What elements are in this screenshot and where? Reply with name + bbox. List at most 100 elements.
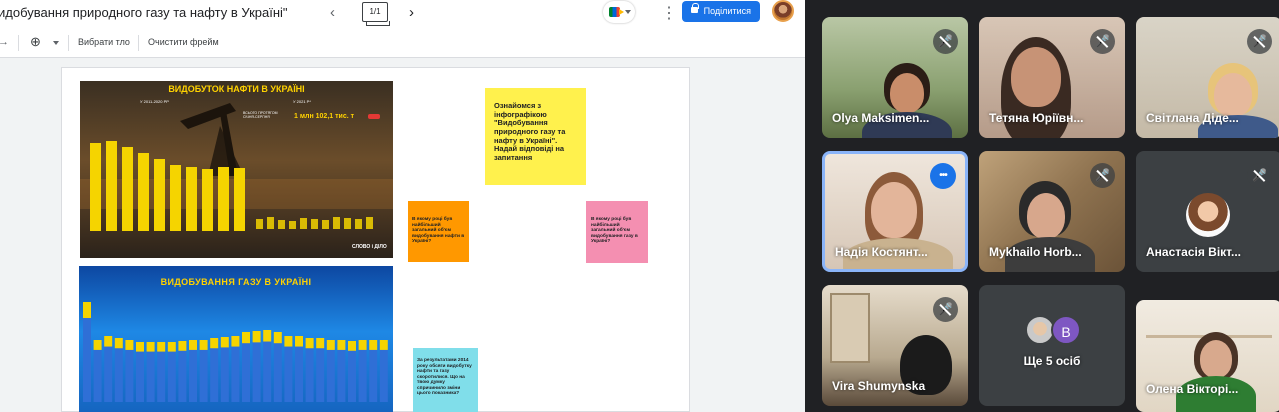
gas-bar-top bbox=[157, 342, 166, 352]
zoom-in-icon[interactable]: ⊕ bbox=[30, 34, 41, 50]
oil-bar bbox=[106, 141, 117, 231]
gas-bar-top bbox=[93, 340, 102, 350]
gas-bar-top bbox=[358, 340, 367, 350]
window-background bbox=[830, 293, 870, 363]
oil-monthly-bar bbox=[311, 219, 318, 229]
gas-bar-top bbox=[114, 338, 123, 349]
oil-infographic-title: ВИДОБУТОК НАФТИ В УКРАЇНІ bbox=[168, 84, 305, 94]
mic-off-icon: 🎤 bbox=[933, 297, 958, 322]
oil-monthly-bar bbox=[300, 218, 307, 229]
gas-bar-top bbox=[326, 340, 335, 350]
participant-name: Olya Maksimen... bbox=[832, 111, 930, 125]
toolbar-divider bbox=[68, 35, 69, 51]
mic-off-icon: 🎤 bbox=[933, 29, 958, 54]
gas-bar-top bbox=[167, 342, 176, 352]
oil-subtitle-left: У 2011-2020 РР bbox=[140, 99, 169, 104]
participant-tile[interactable]: Анастасія Вікт... 🎤 bbox=[1136, 151, 1279, 272]
frame-counter[interactable]: 1/1 bbox=[362, 2, 390, 26]
chevron-left-icon[interactable]: ‹ bbox=[330, 4, 335, 21]
participant-tile[interactable]: Світлана Діде... 🎤 bbox=[1136, 17, 1279, 138]
others-tile[interactable]: B Ще 5 осіб bbox=[979, 285, 1125, 406]
oil-monthly-bar bbox=[344, 218, 351, 229]
sticky-note-oil-question[interactable]: В якому році був найбільший загальний об… bbox=[408, 201, 469, 262]
mic-off-icon: 🎤 bbox=[1090, 29, 1115, 54]
gas-bar-top bbox=[125, 340, 134, 350]
oil-total-value: 1 млн 102,1 тис. т bbox=[294, 113, 355, 120]
participant-tile[interactable]: Olya Maksimen... 🎤 bbox=[822, 17, 968, 138]
share-label: Поділитися bbox=[703, 6, 751, 16]
audio-level-icon: ••• bbox=[930, 163, 956, 189]
gas-infographic-image[interactable]: ВИДОБУВАННЯ ГАЗУ В УКРАЇНІ bbox=[79, 266, 393, 412]
jamboard-toolbar: → ⊕ Вибрати тло Очистити фрейм bbox=[0, 28, 805, 58]
gas-bar-top bbox=[199, 340, 208, 350]
oil-monthly-bar bbox=[366, 217, 373, 229]
chevron-right-icon[interactable]: › bbox=[409, 4, 414, 21]
gas-bar-top bbox=[348, 341, 356, 351]
oil-bar bbox=[122, 147, 133, 231]
participant-name: Mykhailo Horb... bbox=[989, 245, 1082, 259]
oil-bar bbox=[170, 165, 181, 231]
gas-bar-top bbox=[146, 342, 155, 352]
clear-frame-button[interactable]: Очистити фрейм bbox=[148, 37, 219, 47]
chevron-down-icon[interactable] bbox=[53, 41, 59, 45]
oil-bar bbox=[90, 143, 101, 231]
share-button[interactable]: Поділитися bbox=[682, 1, 760, 22]
gas-bar-top bbox=[136, 342, 144, 352]
oil-monthly-bar bbox=[333, 217, 340, 229]
gas-bar-top bbox=[104, 336, 113, 347]
more-vert-icon[interactable]: ⋮ bbox=[661, 3, 677, 23]
sticky-note-gas-question[interactable]: В якому році був найбільший загальний об… bbox=[586, 201, 648, 263]
account-avatar[interactable] bbox=[772, 0, 794, 22]
mic-off-icon: 🎤 bbox=[1090, 163, 1115, 188]
oil-infographic-image[interactable]: ВИДОБУТОК НАФТИ В УКРАЇНІ У 2011-2020 РР… bbox=[80, 81, 393, 258]
oil-monthly-bar bbox=[322, 220, 329, 229]
participant-name: Анастасія Вікт... bbox=[1146, 245, 1241, 259]
chevron-down-icon bbox=[625, 10, 631, 14]
toolbar-divider bbox=[18, 35, 19, 51]
oil-subtitle-right: У 2021 Р* bbox=[293, 99, 311, 104]
participant-tile-active-speaker[interactable]: Надія Костянт... ••• bbox=[822, 151, 968, 272]
jamboard-header: идобування природного газу та нафту в Ук… bbox=[0, 0, 805, 28]
gas-bar-top bbox=[210, 338, 219, 349]
gas-bar-top bbox=[242, 332, 250, 344]
toolbar-divider bbox=[138, 35, 139, 51]
oil-monthly-bar bbox=[289, 221, 296, 229]
gas-bar-top bbox=[369, 340, 378, 350]
set-background-button[interactable]: Вибрати тло bbox=[78, 37, 130, 47]
participant-name: Надія Костянт... bbox=[835, 245, 928, 259]
oil-bar bbox=[202, 169, 213, 231]
gas-infographic-title: ВИДОБУВАННЯ ГАЗУ В УКРАЇНІ bbox=[160, 277, 312, 287]
oil-monthly-bar bbox=[256, 219, 263, 229]
participant-tile[interactable]: Олена Вікторі... bbox=[1136, 300, 1279, 412]
gas-bar-top bbox=[273, 332, 282, 344]
participant-tile[interactable]: Тетяна Юріївн... 🎤 bbox=[979, 17, 1125, 138]
meet-icon bbox=[609, 7, 624, 17]
oil-monthly-bar bbox=[267, 217, 274, 229]
gas-chart-graphic bbox=[83, 302, 388, 402]
document-title[interactable]: идобування природного газу та нафту в Ук… bbox=[0, 5, 288, 20]
participant-name: Тетяна Юріївн... bbox=[989, 111, 1084, 125]
meet-participant-grid: Olya Maksimen... 🎤 Тетяна Юріївн... 🎤 Св… bbox=[805, 0, 1279, 412]
sticky-note-instructions[interactable]: Ознайомся з інфографікою "Видобування пр… bbox=[485, 88, 586, 185]
gas-bar-top bbox=[178, 341, 187, 351]
participant-tile[interactable]: Vira Shumynska 🎤 bbox=[822, 285, 968, 406]
gas-bar-top bbox=[263, 330, 272, 342]
gas-bar-top bbox=[83, 302, 91, 318]
gas-bar-top bbox=[316, 338, 325, 349]
mic-off-icon: 🎤 bbox=[1247, 163, 1272, 188]
oil-bar bbox=[218, 167, 229, 231]
mic-off-icon: 🎤 bbox=[1247, 29, 1272, 54]
participant-avatar bbox=[1186, 193, 1230, 237]
jamboard-panel: идобування природного газу та нафту в Ук… bbox=[0, 0, 805, 412]
oil-monthly-bar bbox=[355, 219, 362, 229]
oil-bar bbox=[186, 167, 197, 231]
participant-name: Vira Shumynska bbox=[832, 379, 926, 393]
participant-name: Світлана Діде... bbox=[1146, 111, 1239, 125]
redo-icon[interactable]: → bbox=[0, 36, 9, 48]
oil-chart-graphic bbox=[80, 103, 393, 231]
gas-bar-top bbox=[295, 336, 303, 347]
oil-total-label: ВСЬОГО ПРОТЯГОМ СІЧНЯ-СЕРПНЯ bbox=[243, 111, 278, 119]
participant-tile[interactable]: Mykhailo Horb... 🎤 bbox=[979, 151, 1125, 272]
sticky-note-2014-question[interactable]: За результатами 2014 року обсяги видобут… bbox=[413, 348, 478, 412]
meet-button[interactable] bbox=[603, 1, 635, 23]
